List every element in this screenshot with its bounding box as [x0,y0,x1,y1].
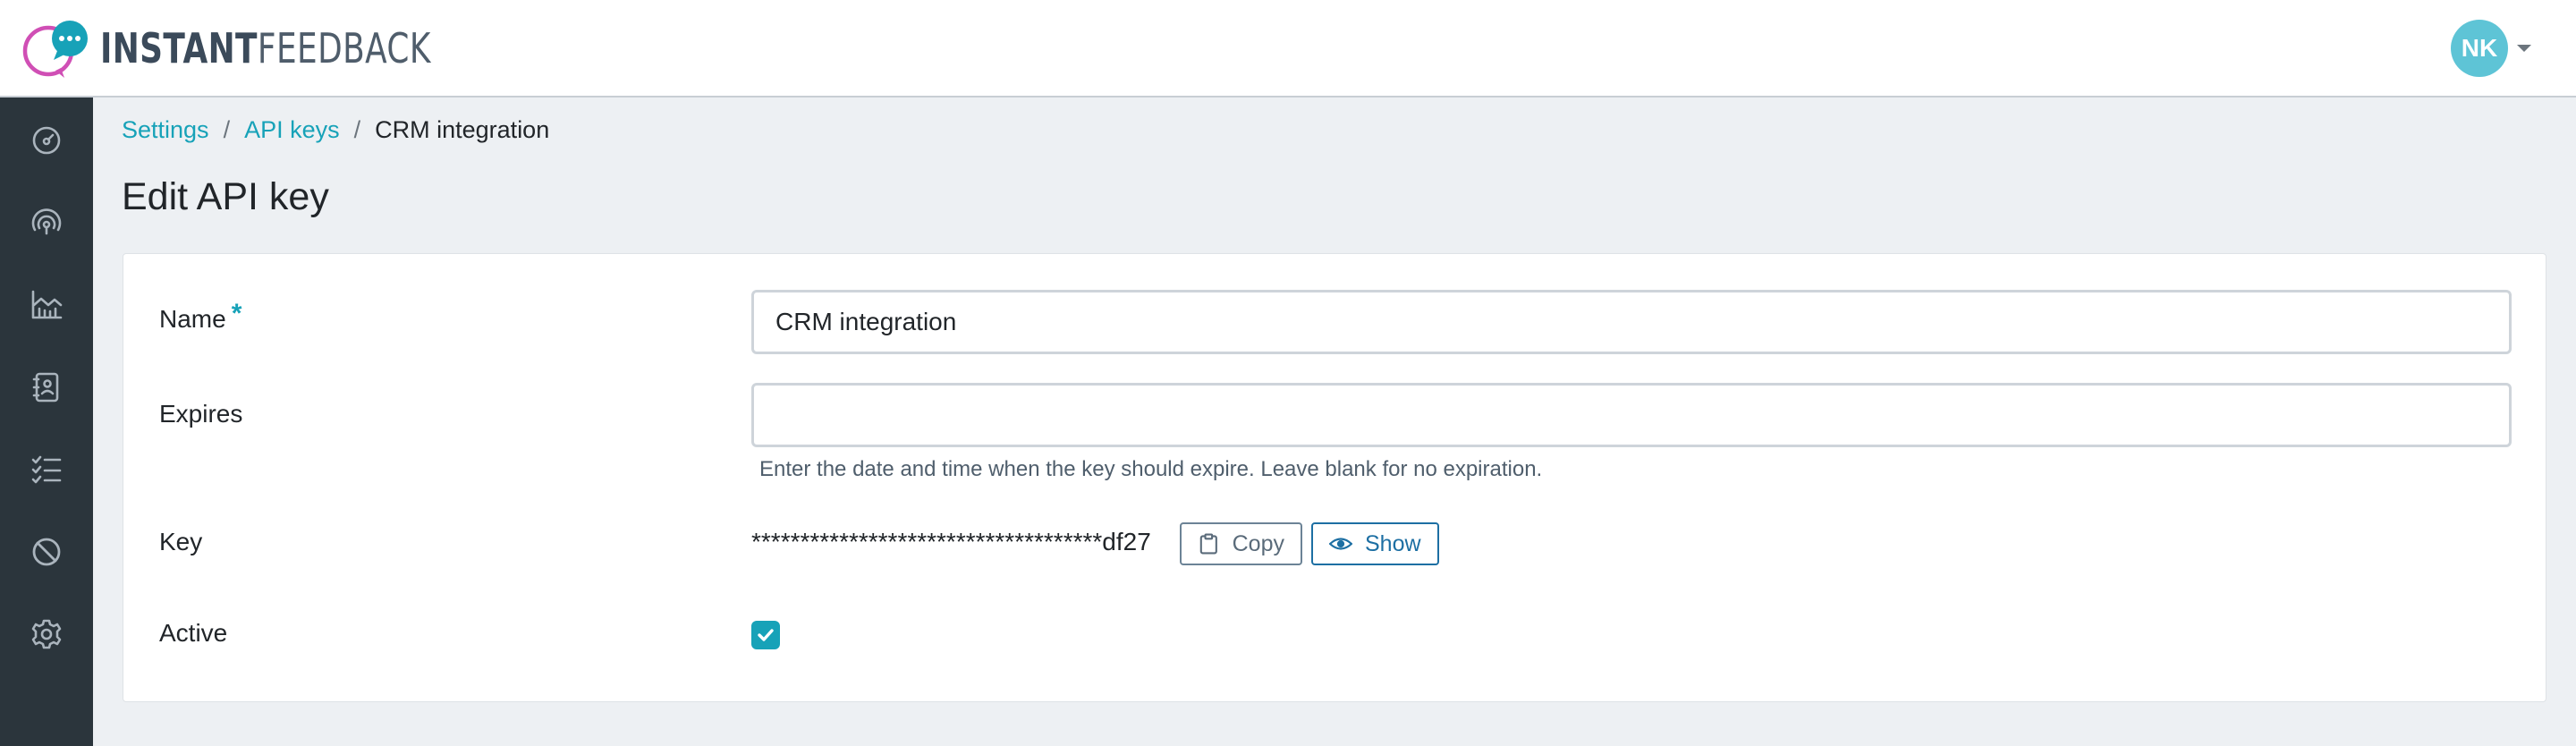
contact-book-icon [32,372,59,403]
breadcrumb-separator: / [223,116,231,143]
active-checkbox[interactable] [751,621,780,649]
masked-key-value: ************************************df27 [751,528,1151,555]
name-label-text: Name [159,305,226,333]
sidebar-item-tasks[interactable] [0,428,93,511]
app-logo[interactable]: INSTANTFEEDBACK [20,16,524,81]
breadcrumb-separator: / [353,116,361,143]
sidebar-item-analytics[interactable] [0,264,93,346]
logo-text-bold: INSTANT [100,24,258,72]
dashboard-gauge-icon [32,126,61,155]
copy-button-label: Copy [1232,530,1284,556]
show-key-button[interactable]: Show [1311,522,1439,565]
sidebar-item-broadcast[interactable] [0,182,93,264]
active-label: Active [159,619,228,647]
page-title: Edit API key [122,175,329,218]
sidebar-item-dashboard[interactable] [0,99,93,182]
name-input[interactable] [751,290,2512,354]
edit-api-key-form: Name* Expires Enter the date and time wh… [123,253,2546,702]
checklist-icon [31,455,62,484]
avatar[interactable]: NK [2451,20,2508,77]
logo-wordmark: INSTANTFEEDBACK [100,16,431,81]
key-label: Key [159,528,203,555]
sidebar-item-settings[interactable] [0,593,93,675]
chat-bubbles-logo-icon [22,21,88,78]
copy-key-button[interactable]: Copy [1180,522,1302,565]
show-button-label: Show [1365,530,1421,556]
breadcrumb-settings-link[interactable]: Settings [122,114,209,145]
block-icon [32,538,61,566]
chevron-down-icon[interactable] [2517,45,2531,52]
sidebar [0,97,93,746]
top-header: INSTANTFEEDBACK NK [0,0,2576,97]
sidebar-item-contacts[interactable] [0,346,93,428]
broadcast-icon [31,208,62,235]
expires-label: Expires [159,400,243,428]
required-mark: * [231,299,242,328]
check-icon [758,629,774,641]
eye-icon [1329,538,1352,550]
expires-input[interactable] [751,383,2512,447]
name-label: Name * [159,299,242,335]
user-menu[interactable]: NK [2451,20,2531,77]
gear-icon [31,619,62,649]
chart-icon [31,290,63,319]
expires-help-text: Enter the date and time when the key sho… [759,457,1543,481]
clipboard-icon [1199,533,1217,555]
logo-text-light: FEEDBACK [257,24,431,72]
breadcrumb-current: CRM integration [375,116,550,143]
sidebar-item-blocked[interactable] [0,511,93,593]
breadcrumb: Settings / API keys / CRM integration [122,114,549,145]
breadcrumb-api-keys-link[interactable]: API keys [244,114,340,145]
